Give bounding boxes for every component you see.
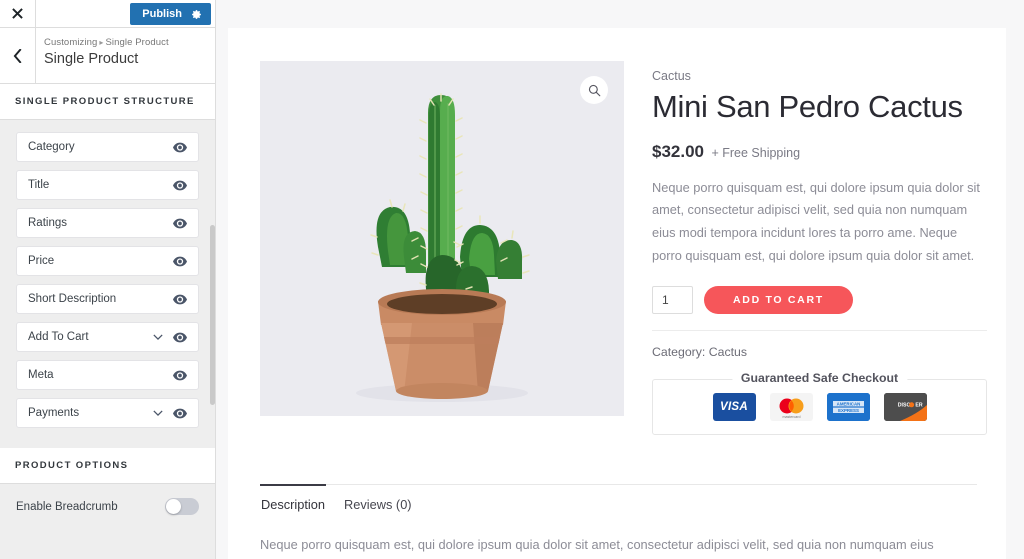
enable-breadcrumb-toggle[interactable] (165, 498, 199, 515)
product-meta: Category: Cactus (652, 329, 987, 361)
tab-description[interactable]: Description (260, 483, 327, 522)
product-title: Mini San Pedro Cactus (652, 89, 963, 124)
eye-icon[interactable] (173, 142, 187, 153)
svg-text:EXPRESS: EXPRESS (838, 408, 859, 413)
section-heading-product-options: PRODUCT OPTIONS (0, 448, 215, 484)
customizer-panel-header: Customizing ▸ Single Product Single Produc… (0, 28, 215, 84)
customizer-screen: Publish Customizing ▸ Single Product Singl… (0, 0, 1024, 559)
visa-card-icon: VISA (712, 392, 756, 421)
toggle-label: Enable Breadcrumb (16, 500, 118, 513)
product-summary: Cactus Mini San Pedro Cactus $32.00 + Fr… (624, 61, 987, 435)
quantity-input[interactable] (652, 285, 693, 314)
eye-icon[interactable] (173, 408, 187, 419)
structure-item-label: Category (28, 141, 75, 153)
eye-icon[interactable] (173, 218, 187, 229)
product-tabs: Description Reviews (0) (260, 483, 977, 522)
structure-item-category[interactable]: Category (16, 132, 199, 162)
breadcrumb: Customizing ▸ Single Product (44, 37, 169, 48)
structure-item-list: Category Title Ratings Price Short Descr… (0, 132, 215, 428)
search-icon (588, 84, 600, 96)
customizer-sidebar: Publish Customizing ▸ Single Product Singl… (0, 0, 216, 559)
customizer-topbar: Publish (0, 0, 215, 28)
product-short-description: Neque porro quisquam est, qui dolore ips… (652, 179, 980, 264)
discover-card-icon: DISC ER (883, 392, 927, 421)
product-category-top[interactable]: Cactus (652, 69, 987, 83)
amex-card-icon: AMERICAN EXPRESS (826, 392, 870, 421)
product-image-cactus[interactable] (260, 61, 624, 416)
close-customizer-button[interactable] (0, 0, 36, 27)
structure-item-label: Price (28, 255, 55, 267)
product-page-card: Cactus Mini San Pedro Cactus $32.00 + Fr… (228, 28, 1006, 559)
product-gallery (260, 61, 624, 416)
eye-icon[interactable] (173, 370, 187, 381)
site-preview: Cactus Mini San Pedro Cactus $32.00 + Fr… (217, 0, 1024, 559)
structure-item-meta[interactable]: Meta (16, 360, 199, 390)
publish-label: Publish (142, 8, 182, 20)
eye-icon[interactable] (173, 294, 187, 305)
structure-item-short-description[interactable]: Short Description (16, 284, 199, 314)
breadcrumb-separator: ▸ (99, 38, 104, 47)
product-price: $32.00 (652, 141, 704, 161)
breadcrumb-prefix: Customizing (44, 37, 98, 48)
svg-text:mastercard: mastercard (782, 415, 800, 419)
structure-item-label: Ratings (28, 217, 67, 229)
structure-item-label: Meta (28, 369, 54, 381)
structure-item-label: Short Description (28, 293, 117, 305)
shipping-note: + Free Shipping (711, 145, 801, 160)
structure-item-price[interactable]: Price (16, 246, 199, 276)
product-summary-section: Cactus Mini San Pedro Cactus $32.00 + Fr… (228, 28, 1006, 435)
structure-item-payments[interactable]: Payments (16, 398, 199, 428)
svg-text:AMERICAN: AMERICAN (836, 401, 860, 406)
gear-icon[interactable] (191, 9, 202, 20)
panel-titles: Customizing ▸ Single Product Single Produc… (36, 28, 169, 83)
chevron-down-icon[interactable] (153, 334, 163, 340)
structure-item-title[interactable]: Title (16, 170, 199, 200)
eye-icon[interactable] (173, 180, 187, 191)
svg-text:ER: ER (915, 402, 922, 408)
page-title: Single Product (44, 51, 139, 67)
publish-button[interactable]: Publish (130, 3, 211, 25)
close-icon (12, 8, 23, 19)
svg-text:DISC: DISC (897, 402, 910, 408)
sidebar-scrollbar[interactable] (210, 225, 215, 405)
chevron-left-icon (13, 48, 22, 63)
section-heading-structure: SINGLE PRODUCT STRUCTURE (0, 84, 215, 120)
structure-item-label: Title (28, 179, 50, 191)
safe-checkout-legend: Guaranteed Safe Checkout (731, 370, 908, 385)
add-to-cart-button[interactable]: ADD TO CART (704, 285, 853, 314)
tab-panel-description: Neque porro quisquam est, qui dolore ips… (260, 536, 934, 552)
product-tabs-wrap: Description Reviews (0) (228, 435, 1006, 522)
structure-item-ratings[interactable]: Ratings (16, 208, 199, 238)
meta-category: Category: Cactus (652, 344, 748, 359)
mastercard-card-icon: mastercard (769, 392, 813, 421)
toggle-knob (166, 499, 181, 514)
tab-reviews[interactable]: Reviews (0) (343, 484, 413, 522)
section-gap-2 (0, 436, 215, 448)
guaranteed-safe-checkout-box: Guaranteed Safe Checkout VISA mastercard (652, 370, 987, 435)
breadcrumb-current: Single Product (105, 37, 169, 48)
add-to-cart-row: ADD TO CART (652, 285, 987, 314)
structure-item-label: Payments (28, 407, 80, 419)
toggle-row-enable-breadcrumb: Enable Breadcrumb (0, 484, 215, 515)
structure-item-add-to-cart[interactable]: Add To Cart (16, 322, 199, 352)
chevron-down-icon[interactable] (153, 410, 163, 416)
product-price-row: $32.00 + Free Shipping (652, 142, 987, 162)
eye-icon[interactable] (173, 256, 187, 267)
zoom-image-button[interactable] (580, 76, 608, 104)
structure-item-label: Add To Cart (28, 331, 89, 343)
panel-back-button[interactable] (0, 28, 36, 83)
eye-icon[interactable] (173, 332, 187, 343)
